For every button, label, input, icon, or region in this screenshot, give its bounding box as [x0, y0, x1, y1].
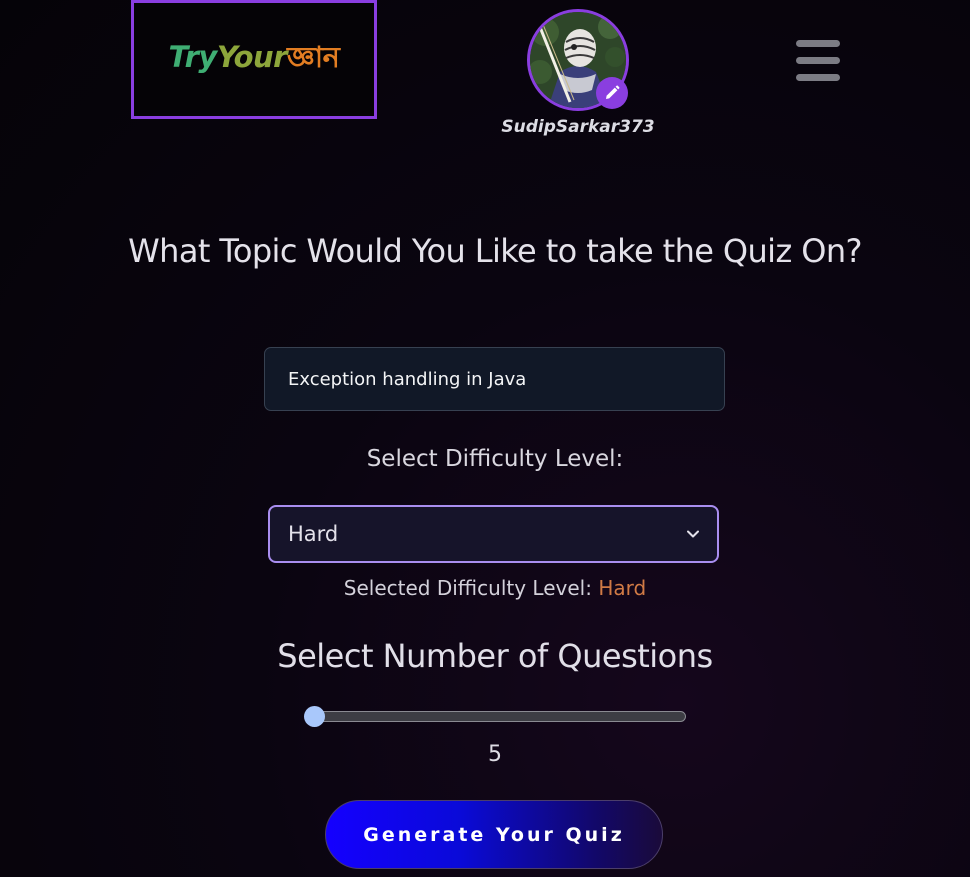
- logo-part-your: Your: [216, 40, 288, 74]
- site-logo[interactable]: TryYourজ্ঞান: [131, 0, 377, 119]
- hamburger-line-bottom: [796, 74, 840, 81]
- profile-avatar-wrapper: [527, 9, 629, 111]
- username: SudipSarkar373: [501, 117, 655, 137]
- difficulty-label: Select Difficulty Level:: [366, 446, 624, 472]
- questions-count-value: 5: [488, 742, 502, 767]
- hamburger-line-top: [796, 40, 840, 47]
- pencil-icon: [606, 85, 620, 99]
- selected-difficulty-text: Selected Difficulty Level: Hard: [0, 576, 970, 600]
- chevron-down-icon: [687, 530, 699, 538]
- difficulty-select-value: Hard: [288, 522, 339, 546]
- topic-input[interactable]: [264, 347, 725, 411]
- difficulty-select[interactable]: Hard: [268, 505, 719, 563]
- logo-part-try: Try: [168, 40, 218, 74]
- edit-avatar-button[interactable]: [596, 77, 628, 109]
- questions-count-label: Select Number of Questions: [277, 637, 713, 675]
- generate-quiz-button[interactable]: Generate Your Quiz: [325, 800, 663, 869]
- selected-difficulty-prefix: Selected Difficulty Level:: [343, 576, 592, 600]
- hamburger-menu-icon[interactable]: [796, 40, 842, 82]
- logo-text: TryYourজ্ঞান: [169, 35, 340, 84]
- questions-slider-thumb[interactable]: [304, 706, 325, 727]
- selected-difficulty-value: Hard: [598, 576, 647, 600]
- quiz-topic-heading: What Topic Would You Like to take the Qu…: [128, 232, 862, 270]
- hamburger-line-middle: [796, 57, 840, 64]
- questions-slider[interactable]: [305, 711, 686, 722]
- logo-part-gyan: জ্ঞান: [286, 40, 340, 74]
